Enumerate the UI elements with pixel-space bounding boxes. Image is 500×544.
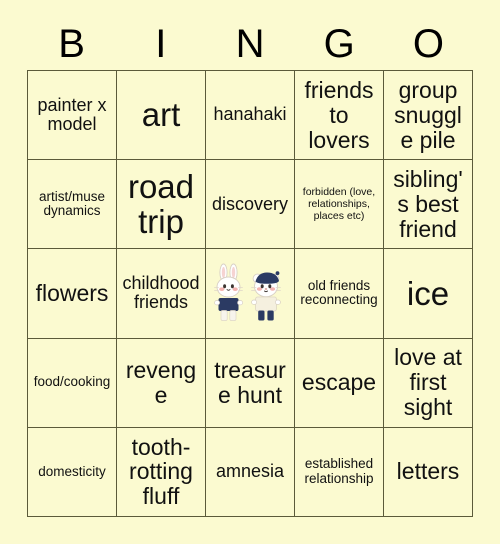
bingo-header-letter-i: I [155, 22, 167, 66]
bingo-cell-label: letters [396, 458, 460, 485]
bingo-cell[interactable]: discovery [206, 160, 295, 250]
bingo-cell[interactable]: group snuggle pile [384, 71, 473, 161]
bingo-cell[interactable]: treasure hunt [206, 338, 295, 428]
bingo-free-space-cell[interactable] [206, 249, 295, 339]
bingo-cell[interactable]: hanahaki [206, 71, 295, 161]
bingo-cell-label: artist/muse dynamics [38, 188, 106, 219]
bingo-cell-label: amnesia [215, 461, 285, 482]
bingo-cell-label: domesticity [38, 463, 106, 479]
bingo-cell[interactable]: escape [295, 338, 384, 428]
bingo-cell[interactable]: sibling's best friend [384, 160, 473, 250]
bingo-header: B I N G O [27, 18, 473, 70]
bingo-cell[interactable]: love at first sight [384, 338, 473, 428]
bingo-cell[interactable]: road trip [117, 160, 206, 250]
bingo-cell[interactable]: tooth-rotting fluff [117, 427, 206, 517]
bingo-cell-label: tooth-rotting fluff [129, 433, 193, 510]
bingo-cell-label: childhood friends [122, 273, 200, 313]
bingo-cell[interactable]: letters [384, 427, 473, 517]
bingo-cell[interactable]: flowers [28, 249, 117, 339]
bingo-cell-label: discovery [211, 193, 289, 214]
bingo-cell[interactable]: old friends reconnecting [295, 249, 384, 339]
bingo-cell[interactable]: painter x model [28, 71, 117, 161]
bingo-cell-label: love at first sight [394, 344, 462, 421]
bingo-cell-label: treasure hunt [214, 356, 286, 408]
bingo-cell-label: group snuggle pile [394, 76, 462, 153]
bingo-cell-label: flowers [35, 280, 109, 307]
bingo-cell-label: established relationship [304, 456, 374, 486]
bingo-cell[interactable]: food/cooking [28, 338, 117, 428]
bingo-cell[interactable]: artist/muse dynamics [28, 160, 117, 250]
bingo-cell[interactable]: childhood friends [117, 249, 206, 339]
bingo-cell-label: ice [406, 274, 450, 312]
bingo-cell[interactable]: friends to lovers [295, 71, 384, 161]
bingo-cell-label: sibling's best friend [393, 166, 463, 242]
bingo-cell-label: road trip [127, 167, 195, 241]
bingo-header-letter-n: N [235, 22, 265, 66]
bingo-card: B I N G O painter x model art hanahaki f… [0, 0, 500, 544]
bingo-cell[interactable]: amnesia [206, 427, 295, 517]
bingo-cell[interactable]: established relationship [295, 427, 384, 517]
bingo-grid: painter x model art hanahaki friends to … [27, 70, 473, 517]
bingo-header-letter-o: O [412, 22, 444, 66]
bingo-header-letter-g: G [323, 22, 355, 66]
bingo-cell-label: hanahaki [213, 104, 287, 125]
bingo-cell[interactable]: forbidden (love, relationships, places e… [295, 160, 384, 250]
bingo-cell-label: painter x model [37, 94, 107, 135]
bingo-cell[interactable]: revenge [117, 338, 206, 428]
bingo-cell-label: revenge [125, 356, 197, 408]
bingo-cell-label: old friends reconnecting [300, 277, 378, 308]
bunny-and-bear-mascots-icon [214, 264, 281, 322]
bingo-header-letter-b: B [58, 22, 85, 66]
bingo-cell-label: escape [301, 369, 377, 396]
bingo-cell-label: forbidden (love, relationships, places e… [302, 186, 376, 223]
bingo-cell[interactable]: domesticity [28, 427, 117, 517]
bingo-cell[interactable]: ice [384, 249, 473, 339]
bingo-cell-label: friends to lovers [304, 76, 374, 153]
bingo-cell-label: food/cooking [33, 374, 111, 390]
bingo-cell-label: art [141, 96, 181, 134]
bingo-cell[interactable]: art [117, 71, 206, 161]
